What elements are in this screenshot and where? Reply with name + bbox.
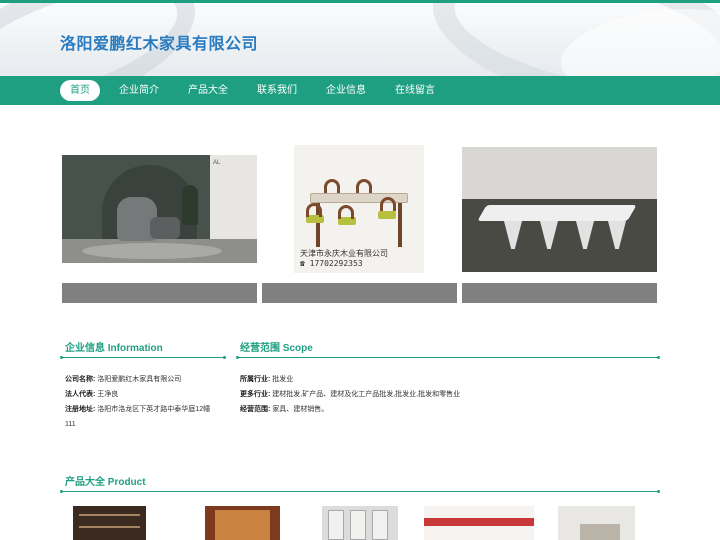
product-thumb-banner[interactable] — [424, 506, 534, 540]
address-row: 注册地址: 洛阳市洛龙区下英才路中泰华庭12幢 — [65, 402, 210, 417]
image-detail — [462, 147, 657, 199]
info-value: 家具、建材销售。 — [272, 406, 329, 413]
image-detail — [338, 205, 354, 219]
image-detail — [477, 205, 637, 221]
info-label: 注册地址: — [65, 406, 96, 413]
image-detail — [580, 524, 620, 540]
info-value: 111 — [65, 421, 76, 428]
image-detail — [306, 203, 322, 217]
product-thumb-screen[interactable] — [322, 506, 398, 540]
gallery-caption-bar[interactable] — [62, 283, 257, 303]
product-gallery: AL 天津市永庆木业有限公司 ☎ 17702292353 — [62, 145, 658, 305]
image-detail — [82, 243, 222, 259]
more-industry-row: 更多行业: 建材批发,矿产品、建材及化工产品批发,批发业,批发和零售业 — [240, 387, 460, 402]
image-detail — [424, 518, 534, 526]
business-scope-row: 经营范围: 家具、建材销售。 — [240, 402, 328, 417]
image-detail — [150, 217, 180, 239]
section-divider — [60, 356, 226, 359]
info-value: 洛阳市洛龙区下英才路中泰华庭12幢 — [97, 406, 211, 413]
product-thumb-room[interactable] — [558, 506, 635, 540]
site-title[interactable]: 洛阳爱鹏红木家具有限公司 — [60, 30, 258, 54]
site-header: 洛阳爱鹏红木家具有限公司 — [0, 0, 720, 76]
image-detail — [182, 185, 198, 225]
image-detail — [324, 179, 340, 193]
nav-item-message[interactable]: 在线留言 — [385, 80, 445, 101]
image-detail — [210, 155, 257, 239]
section-divider — [60, 490, 660, 493]
gallery-caption-bar[interactable] — [462, 283, 657, 303]
image-watermark: 天津市永庆木业有限公司 ☎ 17702292353 — [300, 249, 388, 269]
address-row-cont: 111 — [65, 417, 76, 432]
info-label: 法人代表: — [65, 391, 96, 398]
company-name-row: 公司名称: 洛阳爱鹏红木家具有限公司 — [65, 372, 181, 387]
info-label: 所属行业: — [240, 376, 271, 383]
info-label: 公司名称: — [65, 376, 96, 383]
info-value: 洛阳爱鹏红木家具有限公司 — [97, 376, 182, 383]
section-divider — [236, 356, 660, 359]
image-detail — [215, 510, 270, 540]
gallery-image-conference-table[interactable] — [462, 147, 657, 272]
watermark-line: 天津市永庆木业有限公司 — [300, 249, 388, 258]
info-value: 王净良 — [97, 391, 119, 398]
image-detail — [79, 526, 140, 528]
image-detail — [372, 510, 388, 540]
main-nav: 首页 企业简介 产品大全 联系我们 企业信息 在线留言 — [0, 76, 720, 105]
image-detail — [328, 510, 344, 540]
company-info-title: 企业信息 Information — [65, 343, 163, 354]
watermark-line: ☎ 17702292353 — [300, 259, 363, 268]
nav-item-home[interactable]: 首页 — [60, 80, 100, 101]
nav-item-about[interactable]: 企业简介 — [109, 80, 169, 101]
industry-row: 所属行业: 批发业 — [240, 372, 293, 387]
gallery-caption-bar[interactable] — [262, 283, 457, 303]
scope-title: 经营范围 Scope — [240, 343, 313, 354]
image-detail — [398, 203, 402, 247]
info-value: 批发业 — [272, 376, 294, 383]
image-logo: AL — [213, 160, 221, 166]
product-thumb-cabinet[interactable] — [73, 506, 146, 540]
info-label: 更多行业: — [240, 391, 271, 398]
image-detail — [356, 179, 372, 193]
nav-item-products[interactable]: 产品大全 — [178, 80, 238, 101]
info-label: 经营范围: — [240, 406, 271, 413]
image-detail — [79, 514, 140, 516]
products-title: 产品大全 Product — [65, 477, 146, 488]
image-detail — [350, 510, 366, 540]
gallery-image-dining-table[interactable]: 天津市永庆木业有限公司 ☎ 17702292353 — [294, 145, 424, 273]
info-value: 建材批发,矿产品、建材及化工产品批发,批发业,批发和零售业 — [272, 391, 461, 398]
nav-item-contact[interactable]: 联系我们 — [247, 80, 307, 101]
gallery-image-lounge-chair[interactable]: AL — [62, 155, 257, 263]
image-detail — [380, 197, 396, 211]
image-detail — [378, 211, 396, 219]
legal-rep-row: 法人代表: 王净良 — [65, 387, 118, 402]
nav-item-company-info[interactable]: 企业信息 — [316, 80, 376, 101]
product-thumb-wardrobe[interactable] — [205, 506, 280, 540]
